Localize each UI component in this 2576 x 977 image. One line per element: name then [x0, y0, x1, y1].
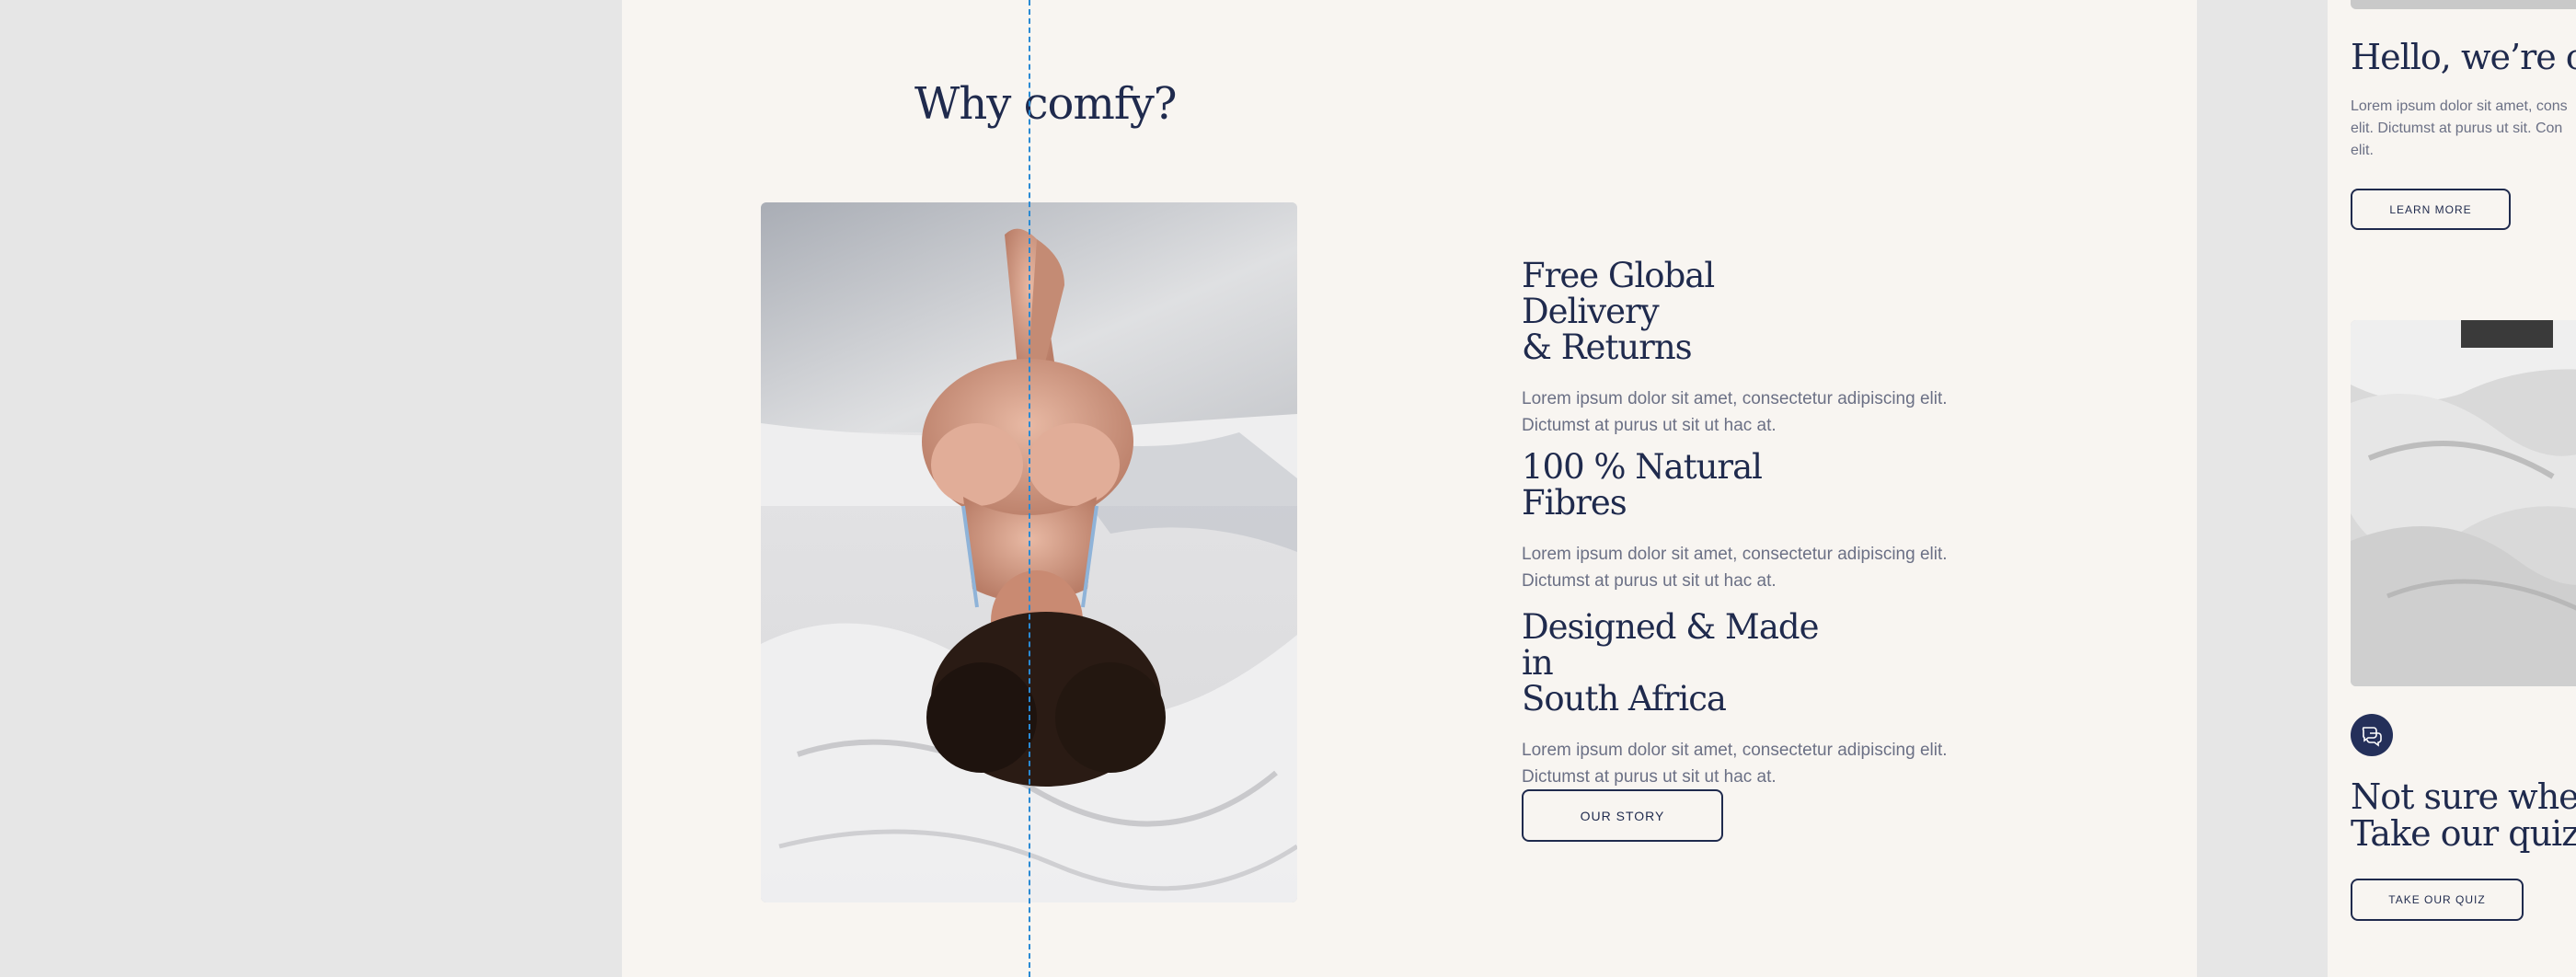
feature-body-line: Dictumst at purus ut sit ut hac at.	[1522, 571, 1777, 591]
chat-bubbles-icon	[2351, 714, 2393, 756]
feature-body: Lorem ipsum dolor sit amet, consectetur …	[1522, 737, 1948, 790]
feature-title: Free Global Delivery & Returns	[1522, 258, 1853, 365]
feature-title-line: South Africa	[1522, 679, 1727, 718]
section-title: Why comfy?	[914, 78, 1178, 130]
feature-body-line: Lorem ipsum dolor sit amet, consectetur …	[1522, 389, 1948, 408]
side-artboard: Hello, we’re com Lorem ipsum dolor sit a…	[2328, 0, 2576, 977]
hello-text-line: Lorem ipsum dolor sit amet, cons	[2351, 98, 2568, 114]
hello-text: Lorem ipsum dolor sit amet, cons elit. D…	[2351, 96, 2576, 162]
feature-title-line: & Returns	[1522, 328, 1693, 367]
top-image-edge	[2351, 0, 2576, 9]
hello-text-line: elit. Dictumst at purus ut sit. Con	[2351, 121, 2563, 136]
our-story-button[interactable]: OUR STORY	[1522, 789, 1723, 842]
bedding-photo	[2351, 320, 2576, 686]
feature-title: 100 % Natural Fibres	[1522, 449, 1853, 521]
why-comfy-artboard: Why comfy? Free Global Delivery & Return…	[622, 0, 2197, 977]
quiz-title: Not sure where t Take our quiz.	[2351, 778, 2576, 852]
feature-title: Designed & Made in South Africa	[1522, 609, 1853, 717]
feature-title-line: Designed & Made in	[1522, 607, 1819, 683]
feature-made-in-sa: Designed & Made in South Africa Lorem ip…	[1522, 609, 1948, 790]
feature-natural-fibres: 100 % Natural Fibres Lorem ipsum dolor s…	[1522, 449, 1948, 594]
white-bedding-image	[2351, 320, 2576, 686]
feature-delivery: Free Global Delivery & Returns Lorem ips…	[1522, 258, 1948, 439]
feature-body-line: Lorem ipsum dolor sit amet, consectetur …	[1522, 741, 1948, 760]
feature-title-line: 100 % Natural Fibres	[1522, 447, 1763, 523]
hello-title: Hello, we’re com	[2351, 37, 2576, 77]
quiz-title-line: Take our quiz.	[2351, 813, 2576, 854]
feature-body: Lorem ipsum dolor sit amet, consectetur …	[1522, 385, 1948, 439]
feature-body-line: Dictumst at purus ut sit ut hac at.	[1522, 416, 1777, 435]
quiz-title-line: Not sure where t	[2351, 776, 2576, 817]
feature-body-line: Lorem ipsum dolor sit amet, consectetur …	[1522, 545, 1948, 564]
hello-text-line: elit.	[2351, 143, 2374, 158]
feature-title-line: Free Global Delivery	[1522, 256, 1715, 331]
learn-more-button[interactable]: LEARN MORE	[2351, 189, 2511, 230]
center-guide-line	[1029, 0, 1030, 977]
feature-body: Lorem ipsum dolor sit amet, consectetur …	[1522, 541, 1948, 594]
take-quiz-button[interactable]: TAKE OUR QUIZ	[2351, 879, 2524, 921]
feature-body-line: Dictumst at purus ut sit ut hac at.	[1522, 767, 1777, 787]
